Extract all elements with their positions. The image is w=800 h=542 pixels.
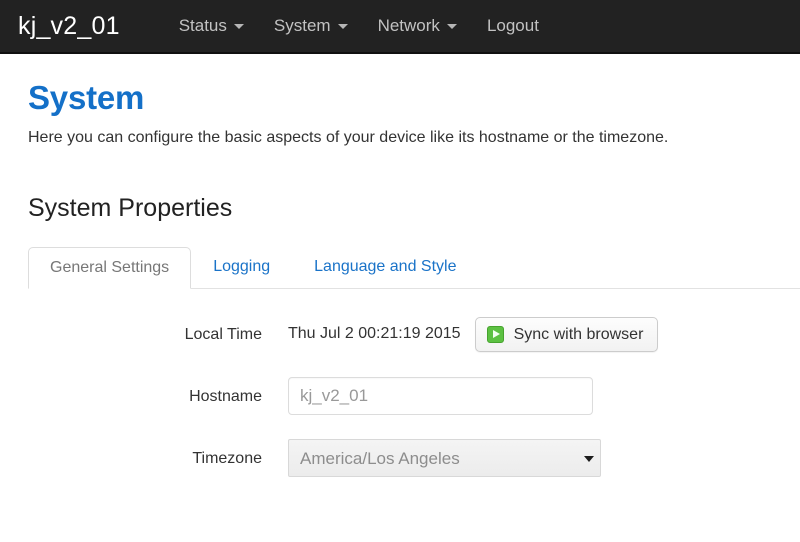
tab-bar: General Settings Logging Language and St…	[28, 246, 800, 290]
nav-item-logout[interactable]: Logout	[472, 0, 554, 52]
local-time-value: Thu Jul 2 00:21:19 2015	[288, 325, 461, 343]
sync-with-browser-button[interactable]: Sync with browser	[474, 316, 659, 352]
tab-general-settings[interactable]: General Settings	[28, 246, 192, 290]
form-row-local-time: Local Time Thu Jul 2 00:21:19 2015 Sync …	[28, 315, 800, 353]
nav-item-label: Network	[377, 16, 440, 35]
page-content: System Here you can configure the basic …	[0, 79, 800, 481]
nav-item-system[interactable]: System	[259, 0, 363, 52]
timezone-select[interactable]: America/Los Angeles	[288, 439, 601, 478]
nav-item-label: System	[273, 16, 331, 35]
nav-item-label: Logout	[486, 16, 539, 35]
page-description: Here you can configure the basic aspects…	[28, 129, 669, 147]
timezone-label: Timezone	[192, 449, 262, 467]
tab-label: General Settings	[50, 258, 170, 276]
tab-logging[interactable]: Logging	[191, 246, 292, 288]
timezone-select-wrap: America/Los Angeles	[288, 439, 604, 481]
hostname-input[interactable]	[288, 377, 593, 416]
timezone-control: America/Los Angeles	[288, 439, 604, 481]
navbar-menu: Status System Network Logout	[164, 0, 554, 52]
chevron-down-icon	[446, 23, 457, 29]
nav-item-status[interactable]: Status	[164, 0, 259, 52]
general-settings-form: Local Time Thu Jul 2 00:21:19 2015 Sync …	[28, 315, 800, 481]
play-icon	[486, 325, 504, 343]
top-navbar: kj_v2_01 Status System Network Logout	[0, 0, 800, 54]
nav-item-label: Status	[178, 16, 227, 35]
local-time-control: Thu Jul 2 00:21:19 2015 Sync with browse…	[288, 316, 659, 352]
sync-button-label: Sync with browser	[513, 325, 644, 343]
form-row-hostname: Hostname	[28, 377, 800, 416]
brand-title[interactable]: kj_v2_01	[18, 13, 120, 39]
hostname-control	[288, 377, 593, 416]
form-row-timezone: Timezone America/Los Angeles	[28, 439, 800, 481]
tab-language-and-style[interactable]: Language and Style	[292, 246, 478, 288]
chevron-down-icon	[337, 23, 348, 29]
nav-item-network[interactable]: Network	[363, 0, 472, 52]
tab-label: Logging	[213, 257, 271, 275]
hostname-label: Hostname	[189, 387, 262, 405]
page-title: System	[28, 79, 145, 116]
tab-label: Language and Style	[314, 257, 457, 275]
local-time-label: Local Time	[184, 325, 262, 343]
chevron-down-icon	[233, 23, 244, 29]
section-title: System Properties	[28, 194, 233, 223]
